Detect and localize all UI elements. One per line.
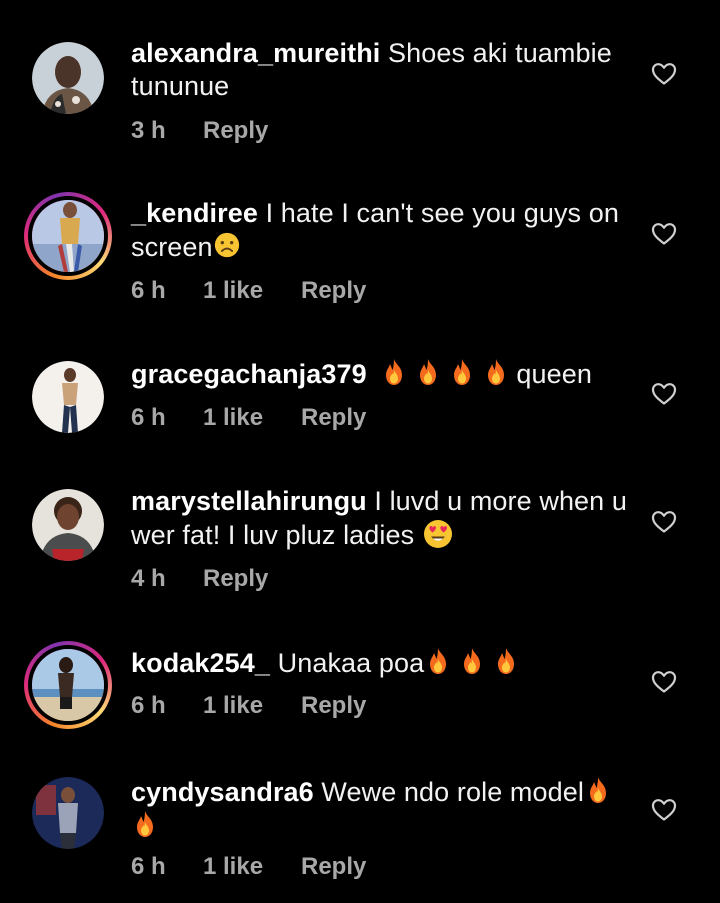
comment-username[interactable]: alexandra_mureithi (131, 38, 380, 68)
comment-text-continued: wer fat! I luv pluz ladies (131, 520, 415, 550)
fire-emoji (131, 809, 159, 839)
comment-text-continued: tununue (131, 71, 230, 101)
comment-timestamp: 6 h (131, 404, 166, 431)
comment-username[interactable]: gracegachanja379 (131, 359, 367, 389)
heart-outline-icon[interactable] (651, 222, 677, 246)
comment-username[interactable]: cyndysandra6 (131, 777, 314, 807)
avatar-photo (32, 649, 104, 721)
comment-timestamp: 6 h (131, 692, 166, 719)
heart-outline-icon[interactable] (651, 62, 677, 86)
fire-emoji (482, 357, 510, 387)
heart-eyes-emoji (422, 518, 454, 550)
reply-button[interactable]: Reply (301, 404, 366, 432)
reply-button[interactable]: Reply (301, 692, 366, 720)
comment-text: Shoes aki tuambie (388, 38, 612, 68)
comment-text-continued: screen (131, 232, 213, 262)
like-count[interactable]: 1 like (203, 277, 301, 305)
heart-outline-icon[interactable] (651, 510, 677, 534)
avatar[interactable] (32, 361, 104, 433)
comment-text: Wewe ndo role model (321, 777, 584, 807)
comment-timestamp: 3 h (131, 117, 166, 144)
avatar-photo (32, 42, 104, 114)
comment-username[interactable]: _kendiree (131, 198, 258, 228)
fire-emoji (414, 357, 442, 387)
fire-emoji (380, 357, 408, 387)
comment-text: queen (516, 359, 592, 389)
like-count[interactable]: 1 like (203, 692, 301, 720)
avatar[interactable] (32, 489, 104, 561)
comment-username[interactable]: kodak254_ (131, 648, 270, 678)
fire-emoji (424, 646, 452, 676)
avatar[interactable] (32, 777, 104, 849)
avatar-photo (32, 361, 104, 433)
comment-text: I luvd u more when u (374, 486, 628, 516)
avatar-photo (32, 200, 104, 272)
reply-button[interactable]: Reply (203, 117, 268, 145)
fire-emoji (448, 357, 476, 387)
heart-outline-icon[interactable] (651, 798, 677, 822)
avatar-photo (32, 777, 104, 849)
avatar-story-ring[interactable] (24, 641, 112, 729)
reply-button[interactable]: Reply (203, 565, 268, 593)
avatar-photo (32, 489, 104, 561)
avatar[interactable] (32, 42, 104, 114)
reply-button[interactable]: Reply (301, 853, 366, 881)
reply-button[interactable]: Reply (301, 277, 366, 305)
comment-username[interactable]: marystellahirungu (131, 486, 367, 516)
fire-emoji (458, 646, 486, 676)
comment-timestamp: 4 h (131, 565, 166, 592)
heart-outline-icon[interactable] (651, 670, 677, 694)
heart-outline-icon[interactable] (651, 382, 677, 406)
fire-emoji (492, 646, 520, 676)
like-count[interactable]: 1 like (203, 404, 301, 432)
comment-text: I hate I can't see you guys on (265, 198, 619, 228)
fire-emoji (584, 775, 612, 805)
comment-timestamp: 6 h (131, 853, 166, 880)
avatar-story-ring[interactable] (24, 192, 112, 280)
frowning-face-emoji (213, 230, 241, 260)
like-count[interactable]: 1 like (203, 853, 301, 881)
comment-timestamp: 6 h (131, 277, 166, 304)
comment-text: Unakaa poa (277, 648, 425, 678)
